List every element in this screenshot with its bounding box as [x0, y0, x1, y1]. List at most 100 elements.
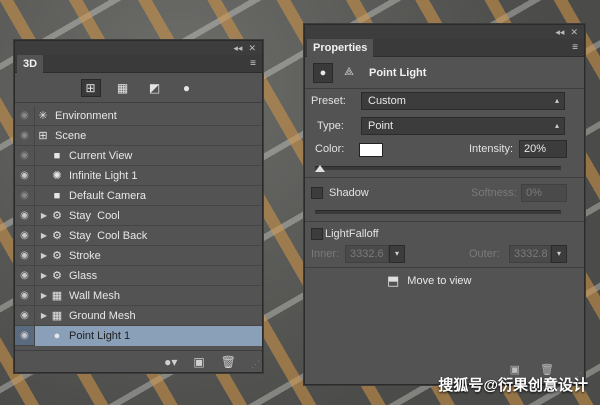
expand-arrow-icon[interactable]: ▶ — [39, 271, 49, 280]
tab-3d[interactable]: 3D — [17, 55, 44, 73]
light-falloff-checkbox[interactable] — [311, 228, 323, 240]
expand-arrow-icon[interactable]: ▶ — [39, 311, 49, 320]
expand-arrow-icon[interactable]: ▶ — [39, 231, 49, 240]
layer-row[interactable]: ◉ ● Point Light 1 — [15, 325, 262, 346]
light-properties-icon[interactable]: ● — [313, 62, 333, 83]
add-light-icon[interactable]: ●▾ — [164, 355, 177, 369]
visibility-eye-icon[interactable]: ◉ — [15, 245, 35, 266]
mesh-filter-icon[interactable]: ▦ — [113, 79, 133, 97]
tab-properties[interactable]: Properties — [307, 39, 374, 57]
divider — [305, 267, 584, 268]
intensity-slider-track[interactable] — [315, 166, 561, 170]
collapse-icon[interactable]: ◂◂ — [233, 43, 242, 54]
layer-cell[interactable]: ✳ Environment — [35, 106, 262, 126]
layer-row[interactable]: ◉ ▶ ⚙ Glass — [15, 265, 262, 286]
visibility-eye-icon[interactable]: ◉ — [15, 145, 35, 166]
collapse-icon[interactable]: ◂◂ — [555, 27, 564, 38]
preset-select[interactable]: Custom ▴ — [361, 92, 565, 110]
panel-menu-icon[interactable]: ≡ — [250, 58, 256, 69]
expand-arrow-icon[interactable]: ▶ — [39, 211, 49, 220]
visibility-eye-icon[interactable]: ◉ — [15, 305, 35, 326]
layer-row[interactable]: ◉ ▶ ⚙ Stay Cool — [15, 205, 262, 226]
layer-label: Infinite Light 1 — [69, 169, 138, 182]
visibility-eye-icon[interactable]: ◉ — [15, 105, 35, 126]
inner-field: 3332.6 — [345, 245, 389, 263]
color-swatch[interactable] — [359, 143, 383, 157]
visibility-eye-icon[interactable]: ◉ — [15, 185, 35, 206]
layer-row[interactable]: ◉ ⊞ Scene — [15, 125, 262, 146]
preset-value: Custom — [368, 95, 406, 107]
softness-label: Softness: — [471, 187, 517, 199]
shadow-label: Shadow — [329, 187, 369, 199]
visibility-eye-icon[interactable]: ◉ — [15, 165, 35, 186]
type-select[interactable]: Point ▴ — [361, 117, 565, 135]
visibility-eye-icon[interactable]: ◉ — [15, 205, 35, 226]
close-icon[interactable]: ✕ — [570, 27, 578, 38]
visibility-eye-icon[interactable]: ◉ — [15, 285, 35, 306]
watermark: 搜狐号@衍果创意设计 — [438, 377, 588, 394]
panel-tabbar: 3D ≡ — [15, 55, 262, 73]
scene-filter-icon[interactable]: ⊞ — [80, 78, 101, 97]
camera-icon: ■ — [53, 149, 61, 162]
layer-row[interactable]: ◉ ✺ Infinite Light 1 — [15, 165, 262, 186]
color-label: Color: — [315, 143, 345, 155]
layer-row[interactable]: ◉ ■ Current View — [15, 145, 262, 166]
shadow-checkbox[interactable] — [311, 187, 323, 199]
scene-icon: ⊞ — [38, 130, 48, 142]
render-icon[interactable]: ▣ — [193, 355, 204, 369]
layer-label: Default Camera — [69, 189, 147, 202]
layer-cell[interactable]: ● Point Light 1 — [35, 325, 262, 346]
layer-label: Stay Cool Back — [69, 229, 148, 242]
layer-cell[interactable]: ▶ ⚙ Glass — [35, 266, 262, 286]
outer-dropdown-icon[interactable]: ▾ — [551, 245, 567, 263]
close-icon[interactable]: ✕ — [248, 43, 256, 54]
layer-cell[interactable]: ■ Current View — [35, 146, 262, 166]
type-label: Type: — [317, 120, 344, 132]
layer-label: Glass — [69, 269, 98, 282]
intensity-label: Intensity: — [469, 143, 514, 155]
preset-label: Preset: — [311, 95, 346, 107]
layer-cell[interactable]: ⊞ Scene — [35, 126, 262, 146]
inner-label: Inner: — [311, 248, 340, 260]
panel-menu-icon[interactable]: ≡ — [572, 42, 578, 53]
layer-row[interactable]: ◉ ✳ Environment — [15, 105, 262, 126]
type-value: Point — [368, 120, 394, 132]
layer-cell[interactable]: ▶ ▦ Ground Mesh — [35, 306, 262, 326]
chevron-updown-icon: ▴ — [554, 96, 559, 105]
softness-slider-track — [315, 210, 561, 214]
coordinates-icon[interactable]: ⟁ — [341, 66, 357, 79]
layer-cell[interactable]: ▶ ⚙ Stay Cool Back — [35, 226, 262, 246]
visibility-eye-icon[interactable]: ◉ — [15, 325, 35, 346]
light-filter-icon[interactable]: ● — [177, 79, 197, 97]
layer-cell[interactable]: ▶ ⚙ Stroke — [35, 246, 262, 266]
visibility-eye-icon[interactable]: ◉ — [15, 225, 35, 246]
expand-arrow-icon[interactable]: ▶ — [39, 291, 49, 300]
move-to-view-button[interactable]: ⬒ Move to view — [387, 273, 472, 289]
resize-grip-icon[interactable]: ⋰ — [251, 359, 260, 370]
layer-cell[interactable]: ✺ Infinite Light 1 — [35, 166, 262, 186]
intensity-slider-thumb[interactable] — [314, 165, 325, 172]
layer-row[interactable]: ◉ ▶ ▦ Wall Mesh — [15, 285, 262, 306]
layer-list: ◉ ✳ Environment ◉ ⊞ Scene ◉ ■ Current View ◉ ✺ Infi… — [15, 105, 262, 346]
infinite-light-icon: ✺ — [52, 170, 62, 182]
layer-cell[interactable]: ▶ ▦ Wall Mesh — [35, 286, 262, 306]
layer-cell[interactable]: ■ Default Camera — [35, 186, 262, 206]
panel-titlebar: ◂◂ ✕ — [15, 41, 262, 55]
layer-row[interactable]: ◉ ▶ ⚙ Stroke — [15, 245, 262, 266]
trash-icon[interactable]: 🗑 — [221, 355, 236, 369]
divider — [305, 177, 584, 178]
divider — [305, 221, 584, 222]
visibility-eye-icon[interactable]: ◉ — [15, 125, 35, 146]
intensity-field[interactable]: 20% — [519, 140, 567, 158]
layer-label: Stroke — [69, 249, 101, 262]
material-filter-icon[interactable]: ◩ — [145, 79, 165, 97]
mesh-icon: ⚙ — [52, 270, 62, 282]
layer-row[interactable]: ◉ ▶ ⚙ Stay Cool Back — [15, 225, 262, 246]
layer-cell[interactable]: ▶ ⚙ Stay Cool — [35, 206, 262, 226]
expand-arrow-icon[interactable]: ▶ — [39, 251, 49, 260]
visibility-eye-icon[interactable]: ◉ — [15, 265, 35, 286]
layer-row[interactable]: ◉ ▶ ▦ Ground Mesh — [15, 305, 262, 326]
panel-titlebar: ◂◂ ✕ — [305, 25, 584, 39]
inner-dropdown-icon[interactable]: ▾ — [389, 245, 405, 263]
layer-row[interactable]: ◉ ■ Default Camera — [15, 185, 262, 206]
